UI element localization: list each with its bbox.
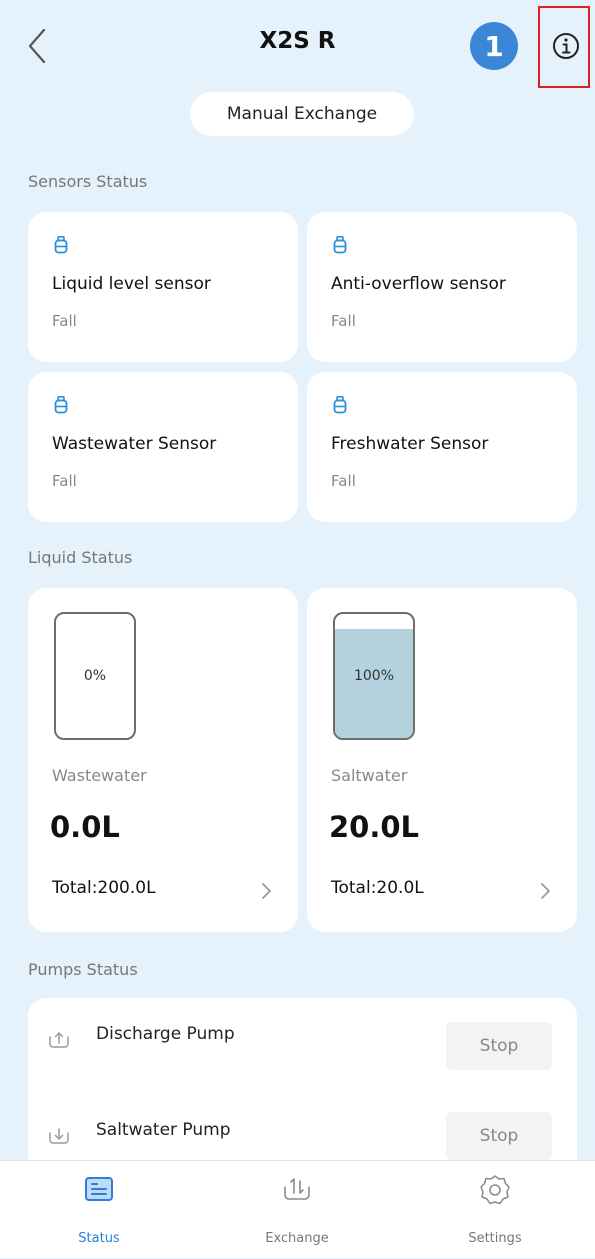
sensor-icon [54, 236, 68, 254]
info-icon [553, 33, 579, 59]
tab-label: Settings [468, 1231, 522, 1246]
pumps-section-title: Pumps Status [28, 960, 138, 979]
manual-exchange-button[interactable]: Manual Exchange [190, 92, 414, 136]
liquid-section-title: Liquid Status [28, 548, 133, 567]
tab-label: Exchange [265, 1231, 329, 1246]
status-icon [85, 1177, 113, 1201]
sensor-icon [333, 396, 347, 414]
tab-status[interactable]: Status [0, 1161, 198, 1259]
liquid-amount: 0.0L [50, 810, 120, 844]
sensor-card-wastewater[interactable]: Wastewater Sensor Fall [28, 372, 298, 522]
sensor-icon [54, 396, 68, 414]
liquid-amount: 20.0L [329, 810, 420, 844]
tank-percent: 0% [83, 668, 107, 684]
sensor-state: Fall [331, 312, 356, 330]
sensor-state: Fall [52, 472, 77, 490]
chevron-right-icon[interactable] [539, 880, 553, 902]
step-badge: 1 [470, 22, 518, 70]
liquid-card-saltwater[interactable]: 100% Saltwater 20.0L Total:20.0L [307, 588, 577, 932]
pump-down-icon [49, 1128, 69, 1144]
sensor-card-anti-overflow[interactable]: Anti-overflow sensor Fall [307, 212, 577, 362]
tab-settings[interactable]: Settings [396, 1161, 594, 1259]
pump-name: Discharge Pump [96, 1024, 235, 1044]
liquid-total[interactable]: Total:20.0L [331, 878, 424, 898]
liquid-total[interactable]: Total:200.0L [52, 878, 156, 898]
sensor-card-freshwater[interactable]: Freshwater Sensor Fall [307, 372, 577, 522]
bottom-tab-bar: Status Exchange Settings [0, 1160, 595, 1258]
sensor-icon [333, 236, 347, 254]
saltwater-pump-stop-button[interactable]: Stop [446, 1112, 552, 1160]
pumps-card: Discharge Pump Stop Saltwater Pump Stop [28, 998, 577, 1168]
pump-up-icon [49, 1032, 69, 1048]
tab-label: Status [78, 1231, 120, 1246]
discharge-pump-stop-button[interactable]: Stop [446, 1022, 552, 1070]
liquid-card-wastewater[interactable]: 0% Wastewater 0.0L Total:200.0L [28, 588, 298, 932]
liquid-name: Saltwater [331, 766, 408, 785]
settings-icon [480, 1175, 510, 1205]
sensor-state: Fall [331, 472, 356, 490]
liquid-name: Wastewater [52, 766, 147, 785]
tab-exchange[interactable]: Exchange [198, 1161, 396, 1259]
sensor-name: Liquid level sensor [52, 274, 211, 294]
tank-gauge: 0% [54, 612, 136, 740]
tank-percent: 100% [353, 668, 395, 684]
sensor-card-liquid-level[interactable]: Liquid level sensor Fall [28, 212, 298, 362]
sensor-name: Anti-overflow sensor [331, 274, 506, 294]
tank-gauge: 100% [333, 612, 415, 740]
pump-name: Saltwater Pump [96, 1120, 231, 1140]
exchange-icon [284, 1178, 310, 1200]
sensor-name: Wastewater Sensor [52, 434, 217, 454]
sensors-section-title: Sensors Status [28, 172, 148, 191]
chevron-right-icon[interactable] [260, 880, 274, 902]
sensor-state: Fall [52, 312, 77, 330]
sensor-name: Freshwater Sensor [331, 434, 489, 454]
info-button[interactable] [546, 26, 586, 66]
